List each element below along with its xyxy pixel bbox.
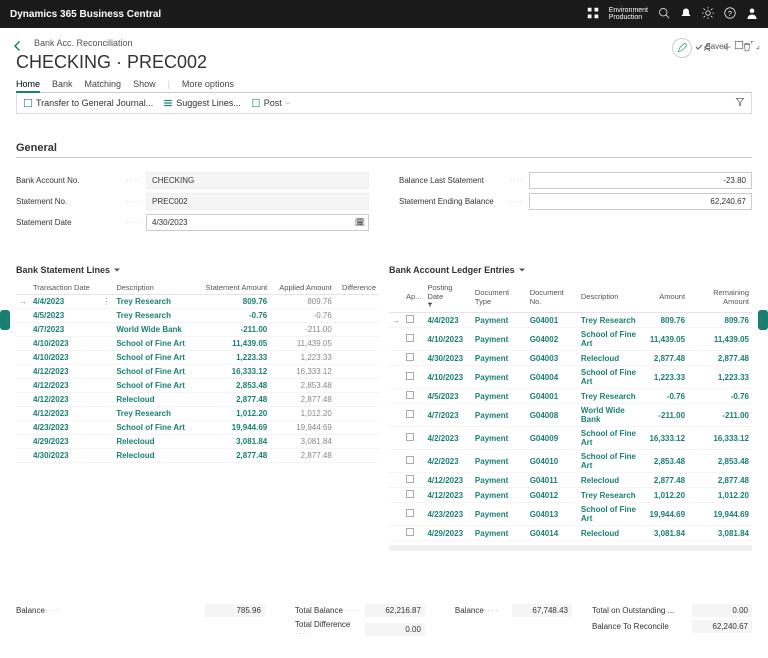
search-icon[interactable] — [658, 7, 670, 21]
saved-indicator: Saved — [695, 42, 728, 51]
total-diff-label: Total Difference — [295, 620, 350, 629]
table-row[interactable]: →4/4/2023⋮Trey Research809.76809.76 — [16, 295, 379, 309]
tab-bar: Home Bank Matching Show | More options — [16, 79, 752, 93]
svg-text:?: ? — [728, 9, 732, 18]
left-grid-title[interactable]: Bank Statement Lines — [16, 265, 379, 275]
table-row[interactable]: 4/29/2023Relecloud3,081.843,081.84 — [16, 435, 379, 449]
table-row[interactable]: 4/7/2023World Wide Bank-211.00-211.00 — [16, 323, 379, 337]
action-bar: Transfer to General Journal... Suggest L… — [16, 93, 752, 114]
table-row[interactable]: 4/12/2023School of Fine Art16,333.1216,3… — [16, 365, 379, 379]
table-row[interactable]: 4/12/2023Relecloud2,877.482,877.48 — [16, 393, 379, 407]
total-outstanding-value: 0.00 — [692, 604, 752, 617]
expand-icon[interactable] — [750, 40, 760, 53]
filter-icon[interactable] — [735, 97, 745, 109]
table-row[interactable]: 4/23/2023School of Fine Art19,944.6919,9… — [16, 421, 379, 435]
col-doc-type[interactable]: Document Type — [472, 281, 527, 313]
balance-right-value: 67,748.43 — [512, 604, 572, 617]
brand-label: Dynamics 365 Business Central — [10, 9, 161, 20]
total-diff-value: 0.00 — [365, 623, 425, 636]
bal-last-label: Balance Last Statement — [399, 176, 509, 185]
col-remain[interactable]: Remaining Amount — [688, 281, 752, 313]
balance-left-label: Balance — [16, 606, 45, 615]
table-row[interactable]: 4/10/2023School of Fine Art1,223.331,223… — [16, 351, 379, 365]
col-doc-no[interactable]: Document No. — [527, 281, 578, 313]
stmt-no-field[interactable]: PREC002 — [146, 193, 369, 210]
table-row[interactable]: 4/5/2023Trey Research-0.76-0.76 — [16, 309, 379, 323]
col-diff[interactable]: Difference — [335, 281, 379, 295]
table-row[interactable]: 4/12/2023PaymentG04012Trey Research1,012… — [389, 488, 752, 503]
back-icon[interactable] — [12, 40, 24, 55]
balance-right-label: Balance — [455, 606, 484, 615]
table-row[interactable]: 4/30/2023Relecloud2,877.482,877.48 — [16, 449, 379, 463]
total-balance-label: Total Balance — [295, 606, 343, 615]
bank-no-field[interactable]: CHECKING — [146, 172, 369, 189]
balance-reconcile-value: 62,240.67 — [692, 620, 752, 633]
stmt-date-label: Statement Date — [16, 218, 126, 227]
tab-home[interactable]: Home — [16, 79, 40, 93]
table-row[interactable]: 4/10/2023PaymentG04002School of Fine Art… — [389, 328, 752, 351]
help-icon[interactable]: ? — [724, 7, 736, 21]
tab-bank[interactable]: Bank — [52, 79, 73, 89]
col-amount[interactable]: Amount — [646, 281, 688, 313]
table-row[interactable]: 4/7/2023PaymentG04008World Wide Bank-211… — [389, 404, 752, 427]
left-grid: Transaction Date Description Statement A… — [16, 281, 379, 463]
col-desc2[interactable]: Description — [578, 281, 647, 313]
bank-no-label: Bank Account No. — [16, 176, 126, 185]
top-bar: Dynamics 365 Business Central Environmen… — [0, 0, 768, 28]
balance-left-value: 785.96 — [205, 604, 265, 617]
stmt-date-field[interactable]: 4/30/2023🗓 — [146, 214, 369, 231]
col-desc[interactable]: Description — [113, 281, 195, 295]
col-applied-chk[interactable]: Ap... — [403, 281, 424, 313]
user-icon[interactable] — [746, 7, 758, 21]
table-row[interactable]: 4/10/2023School of Fine Art11,439.0511,4… — [16, 337, 379, 351]
table-row[interactable]: 4/12/2023PaymentG04011Relecloud2,877.482… — [389, 473, 752, 488]
popout-icon[interactable] — [734, 40, 744, 53]
stmt-end-label: Statement Ending Balance — [399, 197, 509, 206]
table-row[interactable]: 4/29/2023PaymentG04014Relecloud3,081.843… — [389, 526, 752, 541]
table-row[interactable]: 4/5/2023PaymentG04001Trey Research-0.76-… — [389, 389, 752, 404]
total-outstanding-label: Total on Outstanding ... — [592, 606, 674, 615]
table-row[interactable]: 4/30/2023PaymentG04003Relecloud2,877.482… — [389, 351, 752, 366]
suggest-action[interactable]: Suggest Lines... — [163, 98, 241, 108]
col-applied[interactable]: Applied Amount — [270, 281, 335, 295]
page-title: CHECKING · PREC002 — [16, 52, 752, 73]
stmt-no-label: Statement No. — [16, 197, 126, 206]
post-action[interactable]: Post — [251, 98, 291, 108]
left-collapse-handle[interactable] — [0, 310, 10, 330]
table-row[interactable]: 4/2/2023PaymentG04010School of Fine Art2… — [389, 450, 752, 473]
tab-matching[interactable]: Matching — [85, 79, 122, 89]
settings-icon[interactable] — [702, 7, 714, 21]
table-row[interactable]: 4/12/2023School of Fine Art2,853.482,853… — [16, 379, 379, 393]
col-posting-date[interactable]: Posting Date — [424, 281, 471, 313]
table-row[interactable]: 4/23/2023PaymentG04013School of Fine Art… — [389, 503, 752, 526]
right-grid-title[interactable]: Bank Account Ledger Entries — [389, 265, 752, 275]
balance-reconcile-label: Balance To Reconcile — [592, 622, 669, 631]
environment-label: EnvironmentProduction — [609, 7, 648, 21]
grid-icon[interactable] — [587, 7, 599, 21]
bal-last-field[interactable]: -23.80 — [529, 172, 752, 189]
transfer-action[interactable]: Transfer to General Journal... — [23, 98, 153, 108]
general-heading: General — [16, 142, 752, 158]
table-row[interactable]: 4/12/2023Trey Research1,012.201,012.20 — [16, 407, 379, 421]
stmt-end-field[interactable]: 62,240.67 — [529, 193, 752, 210]
right-grid: Ap... Posting Date Document Type Documen… — [389, 281, 752, 541]
table-row[interactable]: →4/4/2023PaymentG04001Trey Research809.7… — [389, 313, 752, 328]
tab-more[interactable]: More options — [182, 79, 234, 89]
horizontal-scrollbar[interactable] — [389, 545, 752, 551]
total-balance-value: 62,216.87 — [365, 604, 425, 617]
table-row[interactable]: 4/2/2023PaymentG04009School of Fine Art1… — [389, 427, 752, 450]
right-collapse-handle[interactable] — [758, 310, 768, 330]
edit-icon[interactable] — [672, 38, 692, 58]
col-trans-date[interactable]: Transaction Date — [30, 281, 99, 295]
notifications-icon[interactable] — [680, 7, 692, 21]
calendar-icon[interactable]: 🗓 — [355, 218, 365, 227]
table-row[interactable]: 4/10/2023PaymentG04004School of Fine Art… — [389, 366, 752, 389]
breadcrumb: Bank Acc. Reconciliation — [34, 38, 752, 48]
col-stmt-amt[interactable]: Statement Amount — [196, 281, 271, 295]
tab-show[interactable]: Show — [133, 79, 156, 89]
